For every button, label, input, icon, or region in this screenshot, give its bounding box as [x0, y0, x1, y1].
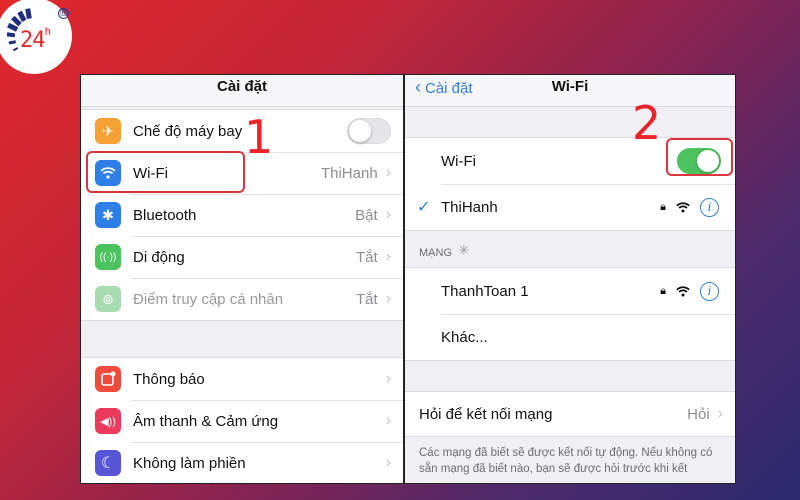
settings-row-do-not-disturb[interactable]: ☾ Không làm phiền ›	[81, 442, 403, 483]
wifi-toggle-highlight-box	[666, 138, 733, 176]
sound-icon: ◀))	[95, 408, 121, 434]
airplane-mode-toggle[interactable]	[347, 118, 391, 144]
row-label: Bluetooth	[133, 206, 197, 224]
wifi-toggle-label: Wi-Fi	[441, 152, 476, 170]
row-label: Chế độ máy bay	[133, 122, 243, 140]
chevron-right-icon: ›	[385, 206, 391, 223]
notifications-icon	[95, 366, 121, 392]
row-label: Thông báo	[133, 370, 205, 388]
row-value: Bật	[355, 206, 378, 224]
chevron-right-icon: ›	[385, 454, 391, 471]
ask-to-join-row[interactable]: Hỏi để kết nối mạng Hỏi ›	[405, 392, 735, 436]
toggle-knob	[349, 120, 371, 142]
row-label: Âm thanh & Cảm ứng	[133, 412, 279, 430]
chevron-left-icon: ‹	[415, 77, 421, 97]
settings-row-bluetooth[interactable]: ✱ Bluetooth Bật ›	[81, 194, 403, 236]
settings-row-hotspot[interactable]: ⊚ Điểm truy cập cá nhân Tắt ›	[81, 278, 403, 320]
settings-panel: Cài đặt ✈ Chế độ máy bay Wi-Fi ThiHanh ›…	[80, 74, 404, 484]
moon-icon: ☾	[95, 450, 121, 476]
other-network-row[interactable]: Khác...	[405, 314, 735, 360]
page-title: Wi-Fi	[551, 78, 589, 95]
ask-join-label: Hỏi để kết nối mạng	[419, 405, 553, 423]
info-icon[interactable]: i	[700, 197, 719, 217]
wifi-signal-icon	[676, 285, 690, 296]
row-value: ThiHanh	[320, 164, 378, 182]
settings-row-notifications[interactable]: Thông báo ›	[81, 358, 403, 400]
chevron-right-icon: ›	[385, 248, 391, 265]
row-label: Di động	[133, 248, 185, 266]
info-icon[interactable]: i	[700, 281, 719, 301]
chevron-right-icon: ›	[717, 405, 723, 422]
wifi-highlight-box	[86, 151, 245, 193]
airplane-icon: ✈	[95, 118, 121, 144]
wifi-navbar: ‹ Cài đặt Wi-Fi	[405, 75, 735, 107]
ask-join-group: Hỏi để kết nối mạng Hỏi ›	[405, 391, 735, 437]
settings-group-notifications: Thông báo › ◀)) Âm thanh & Cảm ứng › ☾ K…	[81, 357, 403, 483]
wifi-panel: ‹ Cài đặt Wi-Fi Wi-Fi ✓ ThiHanh 🔒︎ i MẠNG…	[404, 74, 736, 484]
chevron-right-icon: ›	[385, 164, 391, 181]
ask-join-value: Hỏi	[687, 405, 710, 423]
back-button[interactable]: ‹ Cài đặt	[415, 75, 473, 101]
lock-icon: 🔒︎	[660, 200, 666, 213]
chevron-right-icon: ›	[385, 370, 391, 387]
networks-section-header: MẠNG ✳	[419, 242, 470, 259]
loading-spinner-icon: ✳	[458, 242, 470, 258]
settings-navbar: Cài đặt	[81, 75, 403, 107]
row-label: Điểm truy cập cá nhân	[133, 290, 284, 308]
network-name: ThanhToan 1	[441, 282, 529, 300]
settings-row-sounds[interactable]: ◀)) Âm thanh & Cảm ứng ›	[81, 400, 403, 442]
settings-group-connectivity: ✈ Chế độ máy bay Wi-Fi ThiHanh › ✱ Bluet…	[81, 109, 403, 321]
wifi-signal-icon	[676, 201, 690, 212]
other-label: Khác...	[441, 328, 488, 346]
row-value: Tắt	[355, 248, 378, 266]
row-label: Không làm phiền	[133, 454, 246, 472]
settings-row-airplane[interactable]: ✈ Chế độ máy bay	[81, 110, 403, 152]
registered-mark: ®	[58, 8, 69, 19]
hotspot-icon: ⊚	[95, 286, 121, 312]
step-number-2: 2	[632, 96, 662, 150]
checkmark-icon: ✓	[417, 199, 431, 216]
lock-icon: 🔒︎	[660, 284, 666, 297]
page-title: Cài đặt	[216, 78, 267, 95]
chevron-right-icon: ›	[385, 290, 391, 307]
bluetooth-icon: ✱	[95, 202, 121, 228]
ask-join-footer: Các mạng đã biết sẽ được kết nối tự động…	[419, 447, 713, 475]
chevron-right-icon: ›	[385, 412, 391, 429]
network-row[interactable]: ThanhToan 1 🔒︎ i	[405, 268, 735, 314]
cellular-icon: ((·))	[95, 244, 121, 270]
step-number-1: 1	[244, 110, 274, 164]
network-name: ThiHanh	[441, 198, 498, 216]
row-value: Tắt	[355, 290, 378, 308]
networks-group: ThanhToan 1 🔒︎ i Khác...	[405, 267, 735, 361]
logo-text: 24h	[20, 24, 51, 53]
settings-row-cellular[interactable]: ((·)) Di động Tắt ›	[81, 236, 403, 278]
connected-network-row[interactable]: ✓ ThiHanh 🔒︎ i	[405, 184, 735, 230]
